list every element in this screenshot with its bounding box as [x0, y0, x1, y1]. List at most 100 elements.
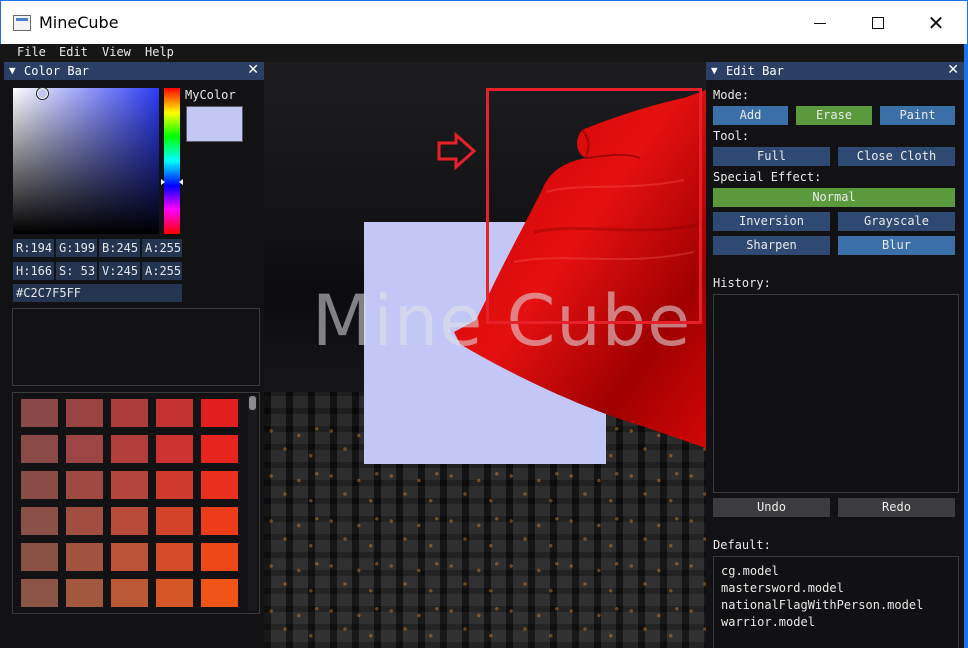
window-title: MineCube [39, 13, 119, 32]
close-icon[interactable]: ✕ [947, 62, 959, 78]
color-bar-header[interactable]: ▼ Color Bar ✕ [4, 62, 264, 80]
mycolor-label: MyColor [185, 88, 236, 102]
collapse-triangle-icon[interactable]: ▼ [711, 64, 718, 77]
palette-swatch[interactable] [66, 543, 103, 571]
grayscale-effect-button[interactable]: Grayscale [838, 212, 955, 231]
palette-swatch[interactable] [156, 579, 193, 607]
3d-viewport[interactable]: Mine Cube [264, 62, 706, 648]
blur-effect-button[interactable]: Blur [838, 236, 955, 255]
alpha-field[interactable]: A:255 [142, 239, 182, 257]
collapse-triangle-icon[interactable]: ▼ [9, 64, 16, 77]
mode-label: Mode: [713, 88, 750, 102]
default-model-item[interactable]: nationalFlagWithPerson.model [721, 598, 923, 612]
minimize-icon [814, 22, 826, 24]
red-field[interactable]: R:194 [13, 239, 54, 257]
inversion-effect-button[interactable]: Inversion [713, 212, 830, 231]
sharpen-effect-button[interactable]: Sharpen [713, 236, 830, 255]
blue-field[interactable]: B:245 [99, 239, 140, 257]
menu-bar: File Edit View Help [0, 44, 968, 62]
green-field[interactable]: G:199 [56, 239, 97, 257]
palette-swatch[interactable] [111, 399, 148, 427]
palette-swatch[interactable] [111, 543, 148, 571]
minimize-button[interactable] [791, 1, 849, 45]
color-bar-panel: ▼ Color Bar ✕ MyColor R:194 G:199 B:245 … [4, 62, 264, 648]
history-list[interactable] [713, 294, 959, 493]
palette-swatch[interactable] [201, 579, 238, 607]
undo-button[interactable]: Undo [713, 498, 830, 517]
default-label: Default: [713, 538, 771, 552]
palette-swatch[interactable] [156, 507, 193, 535]
default-model-item[interactable]: mastersword.model [721, 581, 844, 595]
palette-swatch[interactable] [21, 399, 58, 427]
tool-label: Tool: [713, 129, 750, 143]
full-tool-button[interactable]: Full [713, 147, 830, 166]
palette-scrollbar[interactable] [248, 395, 257, 611]
app-icon [13, 15, 31, 31]
normal-effect-button[interactable]: Normal [713, 188, 955, 207]
color-preview-area [12, 308, 260, 386]
palette-swatch[interactable] [111, 435, 148, 463]
default-models-list: cg.model mastersword.model nationalFlagW… [713, 556, 959, 648]
color-bar-title: Color Bar [24, 64, 90, 78]
palette-swatch[interactable] [201, 543, 238, 571]
color-palette [12, 392, 260, 614]
title-bar: MineCube ✕ [0, 0, 968, 44]
palette-swatch[interactable] [21, 579, 58, 607]
palette-swatch[interactable] [21, 471, 58, 499]
alpha-hsv-field[interactable]: A:255 [142, 262, 182, 280]
palette-swatch[interactable] [66, 435, 103, 463]
palette-swatch[interactable] [201, 507, 238, 535]
color-picker-knob[interactable] [36, 87, 49, 100]
redo-button[interactable]: Redo [838, 498, 955, 517]
paint-mode-button[interactable]: Paint [880, 106, 955, 125]
close-icon[interactable]: ✕ [247, 62, 259, 78]
saturation-value-picker[interactable] [13, 88, 159, 234]
window-border-right [964, 44, 968, 648]
default-model-item[interactable]: cg.model [721, 564, 779, 578]
hue-slider[interactable] [164, 88, 180, 234]
menu-file[interactable]: File [17, 45, 46, 59]
edit-bar-title: Edit Bar [726, 64, 784, 78]
palette-swatch[interactable] [66, 399, 103, 427]
palette-swatch[interactable] [111, 471, 148, 499]
palette-swatch[interactable] [156, 399, 193, 427]
palette-swatch[interactable] [201, 471, 238, 499]
palette-swatch[interactable] [111, 579, 148, 607]
selection-rectangle [486, 88, 702, 324]
palette-swatch[interactable] [201, 435, 238, 463]
palette-scroll-thumb[interactable] [249, 396, 256, 410]
palette-swatch[interactable] [66, 579, 103, 607]
palette-swatch[interactable] [21, 543, 58, 571]
palette-swatch[interactable] [66, 471, 103, 499]
mycolor-swatch[interactable] [186, 106, 243, 142]
hex-field[interactable]: #C2C7F5FF [13, 284, 182, 302]
special-effect-label: Special Effect: [713, 170, 822, 184]
add-mode-button[interactable]: Add [713, 106, 788, 125]
edit-bar-panel: ▼ Edit Bar ✕ Mode: Add Erase Paint Tool:… [706, 62, 964, 648]
palette-swatch[interactable] [201, 399, 238, 427]
close-window-button[interactable]: ✕ [907, 1, 965, 45]
history-label: History: [713, 276, 771, 290]
hue-slider-marker[interactable] [161, 179, 183, 185]
saturation-field[interactable]: S: 53 [56, 262, 97, 280]
menu-edit[interactable]: Edit [59, 45, 88, 59]
hue-field[interactable]: H:166 [13, 262, 54, 280]
palette-swatch[interactable] [21, 435, 58, 463]
edit-bar-header[interactable]: ▼ Edit Bar ✕ [706, 62, 964, 80]
palette-swatch[interactable] [111, 507, 148, 535]
maximize-button[interactable] [849, 1, 907, 45]
palette-swatch[interactable] [156, 543, 193, 571]
erase-mode-button[interactable]: Erase [796, 106, 872, 125]
menu-view[interactable]: View [102, 45, 131, 59]
palette-swatch[interactable] [66, 507, 103, 535]
palette-swatch[interactable] [21, 507, 58, 535]
close-cloth-button[interactable]: Close Cloth [838, 147, 955, 166]
value-field[interactable]: V:245 [99, 262, 140, 280]
right-arrow-icon [437, 132, 477, 170]
maximize-icon [872, 17, 884, 29]
menu-help[interactable]: Help [145, 45, 174, 59]
palette-swatch[interactable] [156, 471, 193, 499]
default-model-item[interactable]: warrior.model [721, 615, 815, 629]
palette-swatch[interactable] [156, 435, 193, 463]
palette-grid [21, 399, 238, 613]
